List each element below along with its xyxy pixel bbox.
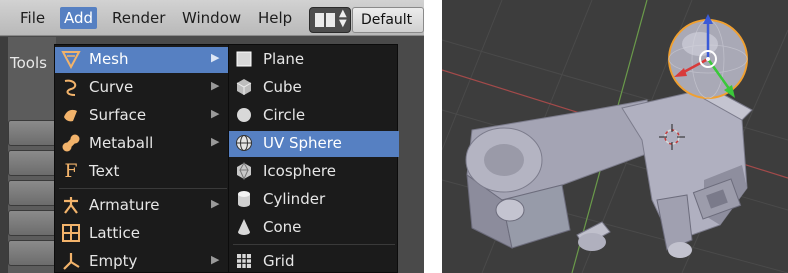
mesh-item-uv-sphere[interactable]: UV Sphere <box>229 131 399 157</box>
blender-ui-panel: File Add Render Window Help ▲ ▼ Default T… <box>0 0 424 273</box>
mechanical-part-mesh[interactable] <box>465 83 753 258</box>
tool-button[interactable] <box>8 180 56 206</box>
menu-help[interactable]: Help <box>254 7 296 29</box>
menu-window[interactable]: Window <box>178 7 245 29</box>
add-menu-item-empty[interactable]: Empty ▶ <box>55 249 231 273</box>
menu-separator <box>59 188 227 189</box>
screen-layout-icon[interactable]: ▲ ▼ <box>309 7 351 33</box>
add-menu-item-text[interactable]: F Text <box>55 159 231 185</box>
tools-tab[interactable]: Tools <box>10 54 47 72</box>
menu-add[interactable]: Add <box>60 7 98 29</box>
add-menu-dropdown: Mesh ▶ Curve ▶ Surface ▶ Metaball ▶ F Te… <box>54 44 231 273</box>
mesh-item-plane[interactable]: Plane <box>229 47 399 73</box>
cube-icon <box>235 78 253 96</box>
menu-file[interactable]: File <box>16 7 49 29</box>
add-menu-item-surface[interactable]: Surface ▶ <box>55 103 231 129</box>
add-menu-item-armature[interactable]: Armature ▶ <box>55 193 231 219</box>
submenu-arrow-icon: ▶ <box>211 79 220 92</box>
surface-icon <box>61 105 81 125</box>
submenu-arrow-icon: ▶ <box>211 253 220 266</box>
mesh-item-grid[interactable]: Grid <box>229 249 399 273</box>
z-axis-arrow-icon <box>703 14 713 24</box>
mesh-item-circle[interactable]: Circle <box>229 103 399 129</box>
3d-viewport[interactable] <box>442 0 788 273</box>
menu-render[interactable]: Render <box>108 7 169 29</box>
mesh-item-cylinder[interactable]: Cylinder <box>229 187 399 213</box>
grid-icon <box>235 252 253 270</box>
circle-icon <box>235 106 253 124</box>
add-menu-item-metaball[interactable]: Metaball ▶ <box>55 131 231 157</box>
cylinder-icon <box>235 190 253 208</box>
tool-button[interactable] <box>8 120 56 146</box>
tool-button[interactable] <box>8 150 56 176</box>
add-menu-item-lattice[interactable]: Lattice <box>55 221 231 247</box>
mesh-icon <box>61 49 81 70</box>
mesh-item-cube[interactable]: Cube <box>229 75 399 101</box>
text-icon: F <box>64 160 78 182</box>
tool-shelf-edge <box>0 37 8 273</box>
submenu-arrow-icon: ▶ <box>211 135 220 148</box>
add-menu-item-mesh[interactable]: Mesh ▶ <box>55 47 231 73</box>
viewport-canvas <box>442 0 788 273</box>
submenu-arrow-icon: ▶ <box>211 51 220 64</box>
lattice-icon <box>61 223 81 243</box>
cone-icon <box>235 218 253 236</box>
screen-layout-select[interactable]: Default <box>352 7 424 33</box>
submenu-arrow-icon: ▶ <box>211 197 220 210</box>
plane-icon <box>235 50 253 68</box>
metaball-icon <box>61 133 81 153</box>
menu-separator <box>233 244 395 245</box>
icosphere-icon <box>235 161 253 181</box>
empty-icon <box>61 251 81 271</box>
add-menu-item-curve[interactable]: Curve ▶ <box>55 75 231 101</box>
mesh-submenu: Plane Cube Circle UV Sphere Icosphere Cy… <box>228 44 399 273</box>
menu-bar: File Add Render Window Help ▲ ▼ Default <box>0 0 424 36</box>
mesh-item-cone[interactable]: Cone <box>229 215 399 241</box>
curve-icon <box>61 77 81 97</box>
mesh-item-icosphere[interactable]: Icosphere <box>229 159 399 185</box>
tool-button[interactable] <box>8 210 56 236</box>
tool-button[interactable] <box>8 240 56 266</box>
uv-sphere-icon <box>235 134 253 152</box>
armature-icon <box>61 195 81 215</box>
submenu-arrow-icon: ▶ <box>211 107 220 120</box>
